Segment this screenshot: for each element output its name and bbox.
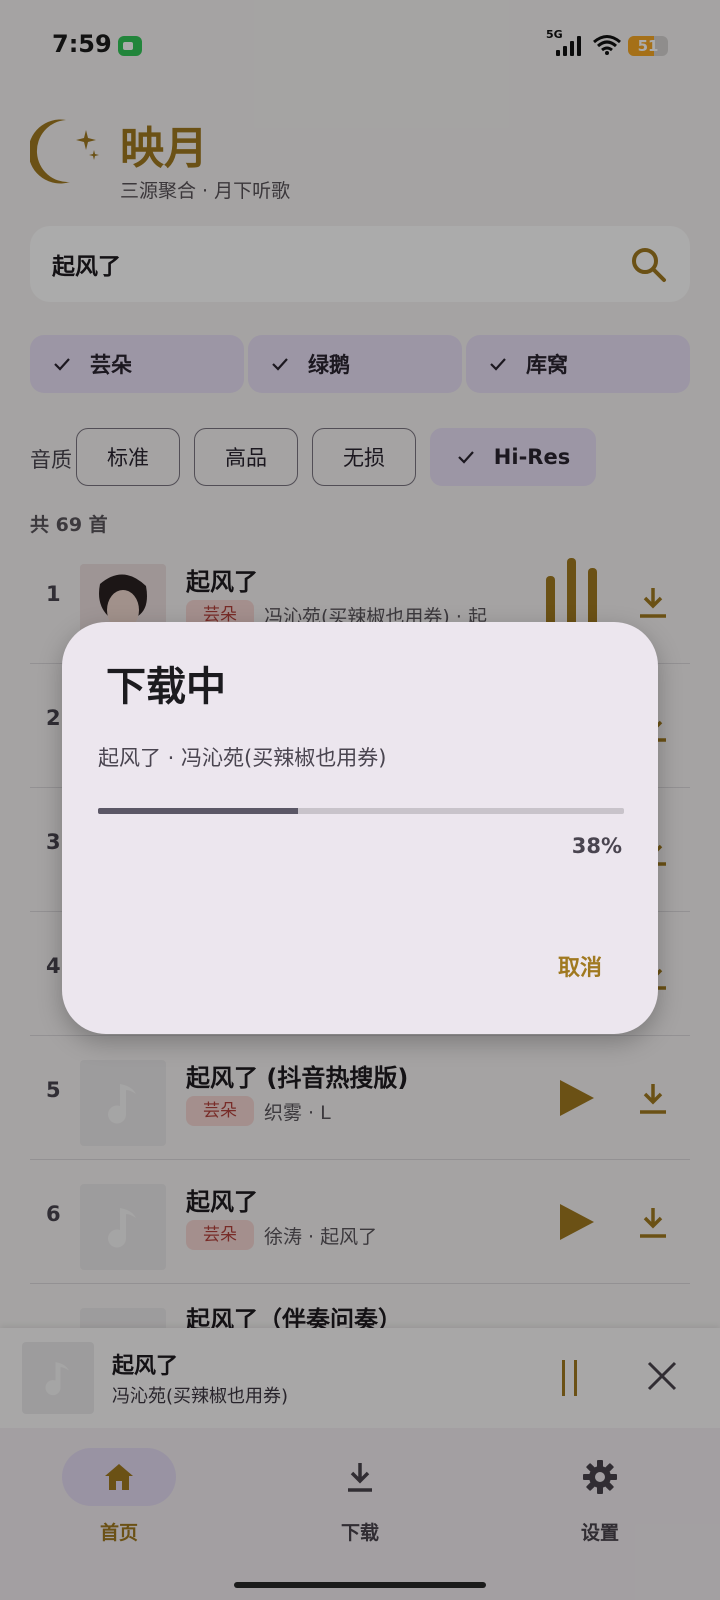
home-indicator <box>234 1582 486 1588</box>
progress-percent: 38% <box>571 834 622 858</box>
dialog-message: 起风了 · 冯沁苑(买辣椒也用券) <box>98 746 387 770</box>
dialog-title: 下载中 <box>106 664 226 710</box>
progress-bar <box>98 808 624 814</box>
progress-fill <box>98 808 298 814</box>
cancel-button[interactable]: 取消 <box>558 950 602 982</box>
download-dialog: 下载中 起风了 · 冯沁苑(买辣椒也用券) 38% 取消 <box>62 622 658 1034</box>
